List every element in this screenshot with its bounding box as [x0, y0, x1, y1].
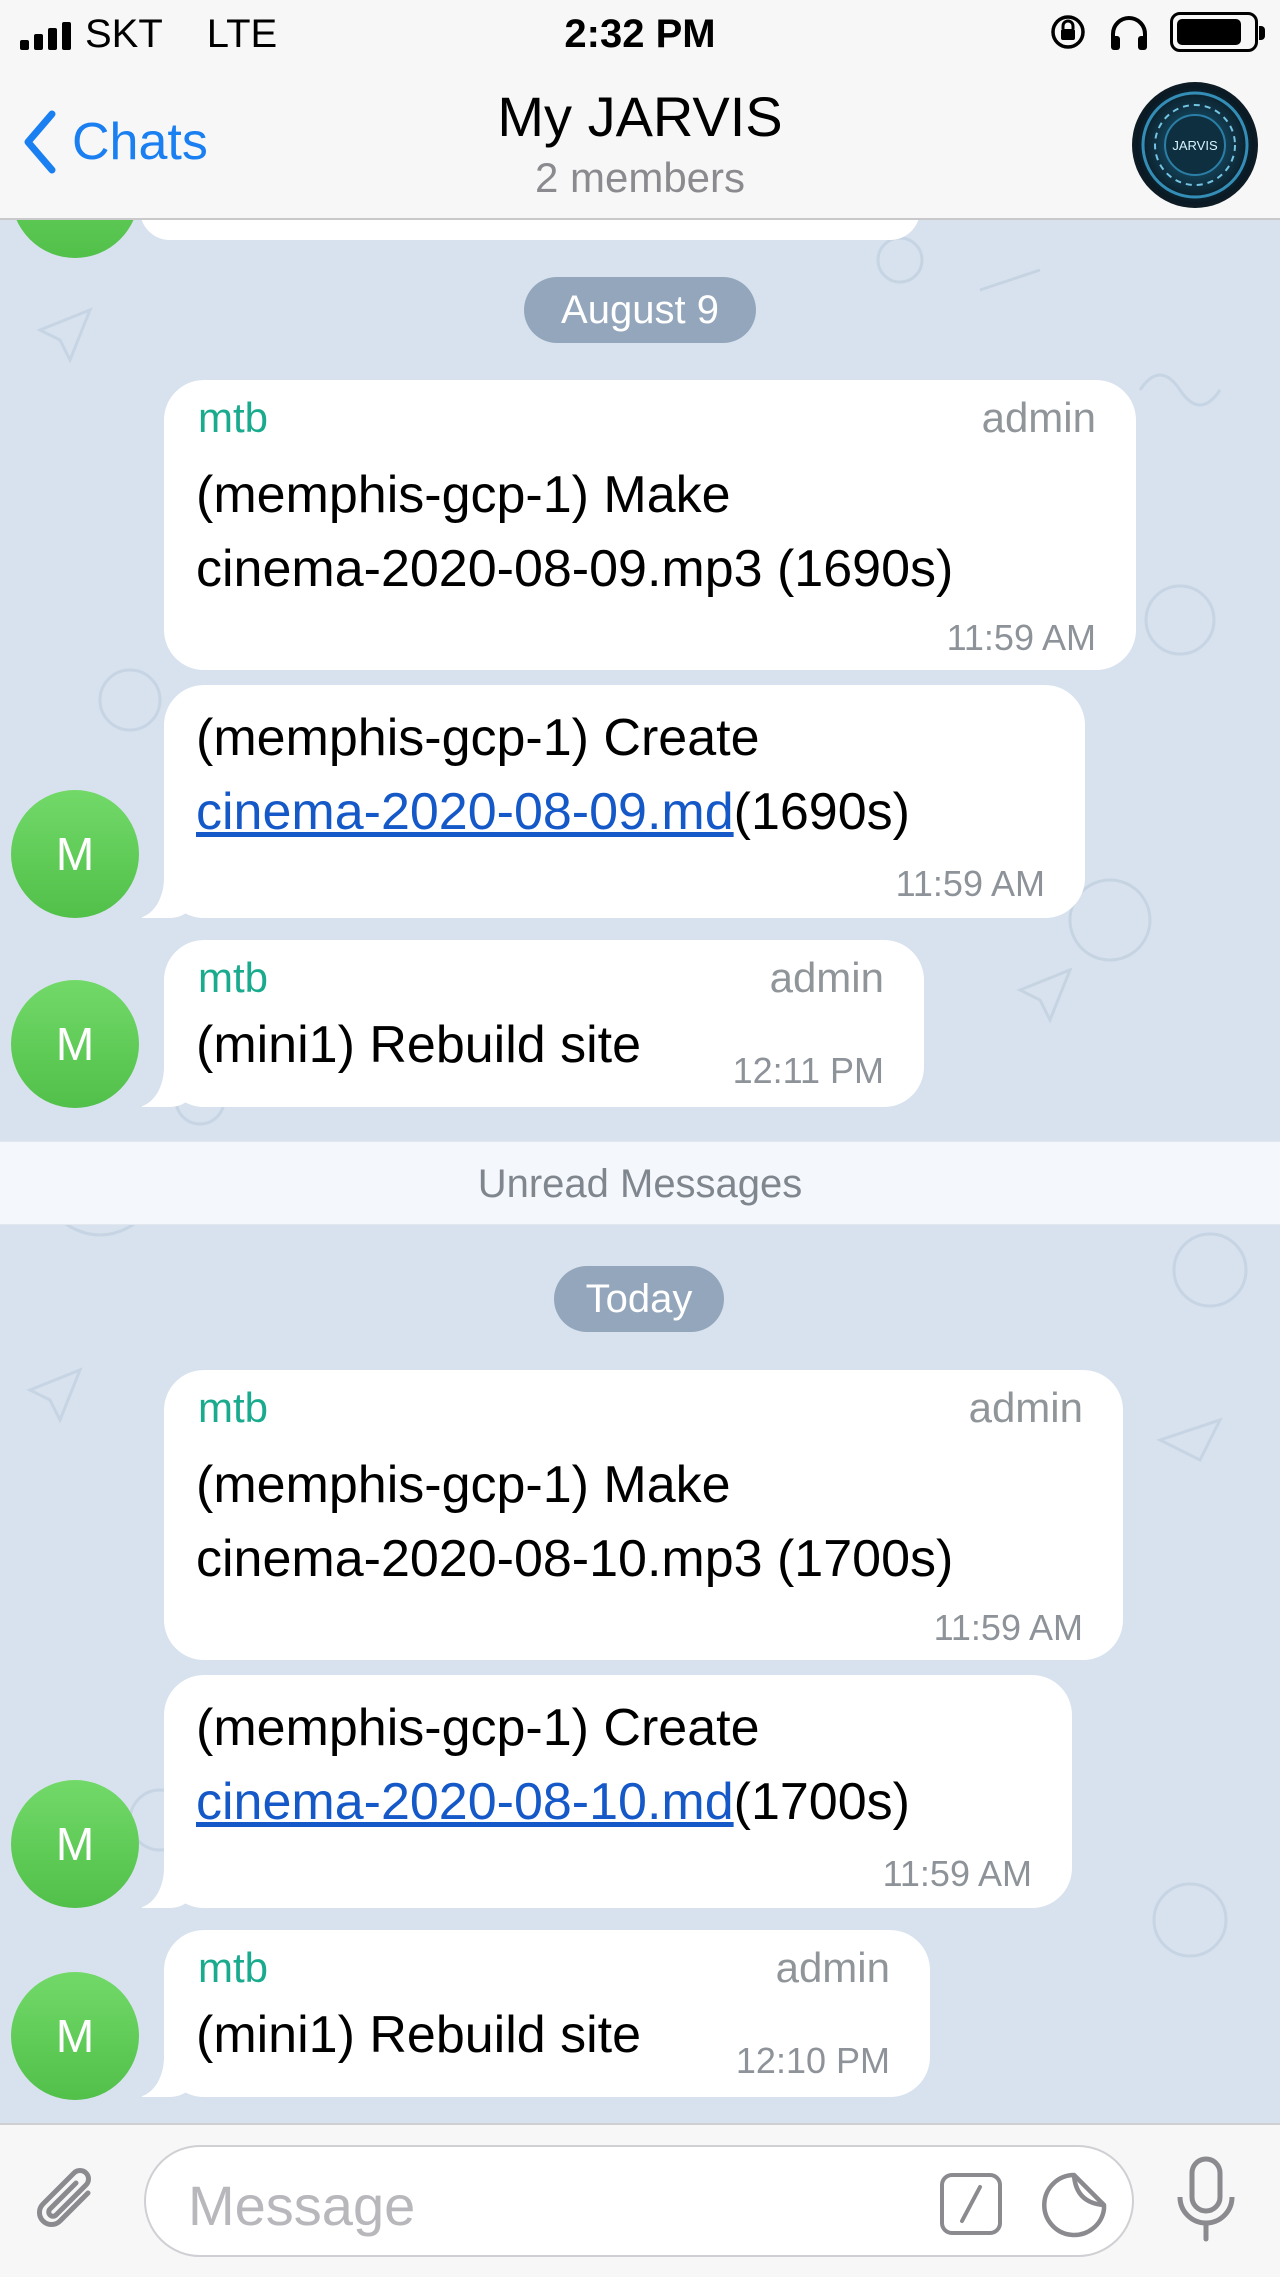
sticker-icon[interactable] [1040, 2169, 1110, 2239]
svg-text:JARVIS: JARVIS [1172, 138, 1218, 153]
message-bubble[interactable]: (memphis-gcp-1) Create cinema-2020-08-09… [114, 685, 1085, 918]
message-text-line: cinema-2020-08-10.mp3 (1700s) [196, 1530, 954, 1588]
message-bubble[interactable]: mtb admin (mini1) Rebuild site 12:10 PM [114, 1930, 930, 2097]
chat-title[interactable]: My JARVIS [0, 84, 1280, 149]
message-text-line: (memphis-gcp-1) Make [196, 466, 731, 524]
message-bubble[interactable]: mtb admin (mini1) Rebuild site 12:11 PM [114, 940, 924, 1107]
sender-role: admin [775, 1944, 890, 1991]
message-suffix: (1700s) [733, 1773, 910, 1831]
sender-role: admin [769, 954, 884, 1001]
message-text-line: cinema-2020-08-09.md(1690s) [196, 775, 910, 849]
message-text-line: (memphis-gcp-1) Create [196, 1699, 760, 1757]
avatar[interactable]: M [11, 790, 139, 918]
sender-role: admin [981, 394, 1096, 441]
message-text-line: cinema-2020-08-09.mp3 (1690s) [196, 540, 954, 598]
message-text-line: cinema-2020-08-10.md(1700s) [196, 1765, 910, 1839]
microphone-icon[interactable] [1166, 2155, 1246, 2245]
headphones-icon [1111, 16, 1147, 50]
message-text-line: (memphis-gcp-1) Create [196, 709, 760, 767]
message-input[interactable]: Message [144, 2145, 1134, 2257]
message-bubble[interactable]: mtb admin (memphis-gcp-1) Make cinema-20… [164, 380, 1136, 670]
sender-name[interactable]: mtb [198, 394, 268, 442]
message-placeholder: Message [188, 2174, 416, 2237]
message-time: 11:59 AM [882, 1853, 1032, 1894]
message-time: 11:59 AM [895, 863, 1045, 904]
message-text: (mini1) Rebuild site [196, 1016, 642, 1074]
sender-name[interactable]: mtb [198, 954, 268, 1002]
battery-icon [1170, 12, 1265, 52]
status-right [1048, 12, 1265, 52]
message-text: (mini1) Rebuild site [196, 2006, 642, 2064]
avatar[interactable]: M [11, 980, 139, 1108]
status-bar: SKT LTE 2:32 PM [0, 0, 1280, 68]
message-suffix: (1690s) [733, 783, 910, 841]
message-time: 11:59 AM [933, 1607, 1083, 1648]
orientation-lock-icon [1051, 15, 1085, 49]
unread-messages-separator: Unread Messages [0, 1141, 1280, 1225]
date-separator: August 9 [524, 277, 756, 343]
date-separator: Today [554, 1266, 724, 1332]
message-bubble[interactable]: (memphis-gcp-1) Create cinema-2020-08-10… [114, 1675, 1072, 1908]
member-count: 2 members [534, 154, 746, 201]
message-text-line: (memphis-gcp-1) Make [196, 1456, 731, 1514]
message-time: 11:59 AM [946, 617, 1096, 658]
avatar[interactable]: M [11, 1972, 139, 2100]
sender-role: admin [968, 1384, 1083, 1431]
message-list[interactable]: August 9 mtb admin (memphis-gcp-1) Make … [0, 220, 1280, 2123]
compose-bar: Message [0, 2123, 1280, 2277]
sender-name[interactable]: mtb [198, 1944, 268, 1992]
message-bubble[interactable]: mtb admin (memphis-gcp-1) Make cinema-20… [164, 1370, 1123, 1660]
message-time: 12:10 PM [735, 2040, 890, 2081]
paperclip-icon[interactable] [30, 2163, 110, 2243]
chat-header: Chats My JARVIS 2 members JARVIS [0, 68, 1280, 220]
slash-command-icon[interactable] [940, 2173, 1002, 2235]
avatar[interactable]: M [11, 1780, 139, 1908]
message-time: 12:11 PM [732, 1050, 884, 1091]
jarvis-logo-icon: JARVIS [1141, 91, 1249, 199]
file-link[interactable]: cinema-2020-08-09.md [196, 783, 734, 841]
group-avatar[interactable]: JARVIS [1132, 82, 1258, 208]
file-link[interactable]: cinema-2020-08-10.md [196, 1773, 734, 1831]
sender-name[interactable]: mtb [198, 1384, 268, 1432]
previous-message-bubble [140, 220, 920, 240]
